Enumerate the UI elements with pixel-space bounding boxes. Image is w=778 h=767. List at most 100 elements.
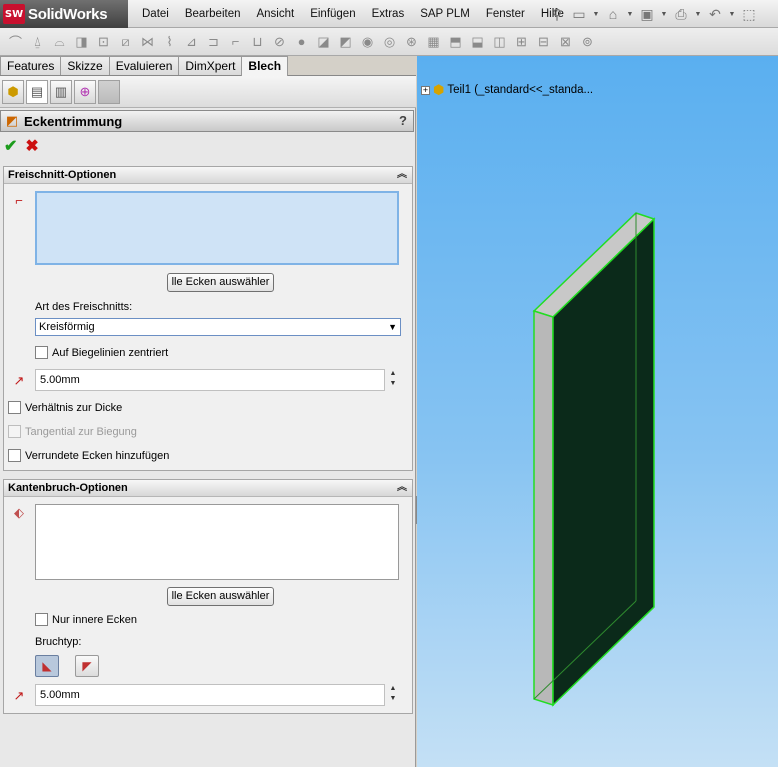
convert-to-sheet-metal-icon[interactable]: ⬒ [446,32,465,51]
fillet-break-button[interactable]: ◤ [75,655,99,677]
corner-selection-icon: ⌐ [15,192,23,208]
graphics-viewport[interactable]: + ⬢ Teil1 (_standard<<_standa... [417,56,778,767]
break-distance-input[interactable]: 5.00mm [35,684,385,706]
chevron-down-icon[interactable]: ▼ [626,5,634,23]
menu-ansicht[interactable]: Ansicht [248,8,302,20]
rip-icon[interactable]: ⊘ [270,32,289,51]
select-all-break-corners-button[interactable]: lle Ecken auswähler [167,587,274,606]
break-distance-spinner[interactable]: ▲ ▼ [388,684,398,706]
chevron-down-icon[interactable]: ▼ [728,5,736,23]
dimxpert-manager-tab-icon[interactable]: ⊕ [74,79,96,104]
tab-dimxpert[interactable]: DimXpert [178,56,243,75]
sketched-bend-icon[interactable]: ⧄ [116,32,135,51]
miter-flange-icon[interactable]: ⌓ [50,32,69,51]
center-on-bend-lines-checkbox[interactable]: Auf Biegelinien zentriert [35,346,168,359]
tab-slot-icon[interactable]: ⊟ [534,32,553,51]
jog-icon[interactable]: ⊡ [94,32,113,51]
property-manager-tab-icon[interactable]: ▤ [26,79,48,104]
sheet-metal-part-model[interactable] [417,56,778,767]
checkbox-box [8,425,21,438]
solidworks-badge: SW [3,4,25,24]
ok-checkmark-icon[interactable]: ✔ [4,136,17,156]
property-manager-title: Eckentrimmung [24,113,123,129]
center-on-bend-lines-label: Auf Biegelinien zentriert [52,346,169,359]
break-corners-selection-box[interactable] [35,504,399,580]
simple-hole-icon[interactable]: ◉ [358,32,377,51]
checkbox-box [35,613,48,626]
base-flange-icon[interactable]: ⌒ [6,32,25,51]
collapse-chevron-icon[interactable]: ︽ [397,167,407,183]
corner-trim-icon[interactable]: ◫ [490,32,509,51]
pin-icon[interactable]: ⚲ [548,5,566,23]
menu-bearbeiten[interactable]: Bearbeiten [177,8,249,20]
relief-options-header[interactable]: Freischnitt-Optionen ︽ [4,167,412,184]
help-icon[interactable]: ? [399,113,407,128]
break-corner-options-header[interactable]: Kantenbruch-Optionen ︽ [4,480,412,497]
menu-einfuegen[interactable]: Einfügen [302,8,363,20]
save-icon[interactable]: ▣ [638,5,656,23]
corners-selection-box[interactable] [35,191,399,265]
feature-manager-tab-icon[interactable]: ⬢ [2,79,24,104]
tab-skizze[interactable]: Skizze [60,56,110,75]
add-filleted-corners-label: Verrundete Ecken hinzufügen [25,449,170,462]
checkbox-box [35,346,48,359]
relief-options-group: Freischnitt-Optionen ︽ ⌐ lle Ecken auswä… [3,166,413,471]
relief-type-value: Kreisförmig [39,321,95,333]
menu-fenster[interactable]: Fenster [478,8,533,20]
open-folder-icon[interactable]: ⌂ [604,5,622,23]
fold-icon[interactable]: ⊐ [204,32,223,51]
relief-size-spinner[interactable]: ▲ ▼ [388,369,398,391]
chevron-down-icon[interactable]: ▼ [694,5,702,23]
menu-extras[interactable]: Extras [364,8,413,20]
relief-type-dropdown[interactable]: Kreisförmig ▼ [35,318,401,336]
chevron-down-icon: ▼ [388,322,397,332]
checkbox-box [8,401,21,414]
menu-sap-plm[interactable]: SAP PLM [412,8,478,20]
dimension-arrow-icon: ↗ [13,688,25,703]
chamfer-break-button[interactable]: ◣ [35,655,59,677]
no-bends-icon[interactable]: ⊔ [248,32,267,51]
relief-size-input[interactable]: 5.00mm [35,369,385,391]
cancel-x-icon[interactable]: ✖ [25,136,38,156]
undo-icon[interactable]: ↶ [706,5,724,23]
mirror-icon[interactable]: ⊚ [578,32,597,51]
new-document-icon[interactable]: ▭ [570,5,588,23]
collapse-chevron-icon[interactable]: ︽ [397,480,407,496]
break-corner-icon[interactable]: ◩ [336,32,355,51]
tab-evaluieren[interactable]: Evaluieren [108,56,180,75]
vent-icon[interactable]: ◎ [380,32,399,51]
relief-type-label: Art des Freischnitts: [35,301,133,313]
chevron-down-icon[interactable]: ▼ [660,5,668,23]
sheet-metal-toolbar: ⌒ ⍙ ⌓ ◨ ⊡ ⧄ ⋈ ⌇ ⊿ ⊐ ⌐ ⊔ ⊘ ● ◪ ◩ ◉ ◎ ⊛ ▦ … [0,28,778,56]
relief-options-title: Freischnitt-Optionen [8,169,117,181]
edge-flange-icon[interactable]: ⍙ [28,32,47,51]
lofted-bend-icon[interactable]: ⌇ [160,32,179,51]
hem-icon[interactable]: ◨ [72,32,91,51]
cross-break-icon[interactable]: ⋈ [138,32,157,51]
closed-corner-icon[interactable]: ● [292,32,311,51]
insert-bends-icon[interactable]: ⬓ [468,32,487,51]
tab-features[interactable]: Features [0,56,62,75]
select-all-corners-button[interactable]: lle Ecken auswähler [167,273,274,292]
forming-tool-icon[interactable]: ⊛ [402,32,421,51]
add-filleted-corners-checkbox[interactable]: Verrundete Ecken hinzufügen [8,449,169,462]
empty-manager-tab[interactable] [98,79,120,104]
extruded-cut-icon[interactable]: ▦ [424,32,443,51]
chamfer-break-icon: ◣ [42,659,52,673]
menu-datei[interactable]: Datei [134,8,177,20]
solidworks-logo[interactable]: SW SolidWorks [0,0,128,28]
rebuild-icon[interactable]: ⬚ [740,5,758,23]
configuration-manager-tab-icon[interactable]: ▥ [50,79,72,104]
chevron-down-icon[interactable]: ▼ [592,5,600,23]
ratio-to-thickness-checkbox[interactable]: Verhältnis zur Dicke [8,401,122,414]
tab-blech[interactable]: Blech [241,56,289,76]
welded-corner-icon[interactable]: ◪ [314,32,333,51]
flatten-icon[interactable]: ⌐ [226,32,245,51]
ok-cancel-bar: ✔ ✖ [4,136,39,156]
inner-corners-only-checkbox[interactable]: Nur innere Ecken [35,613,137,626]
main-menu: Datei Bearbeiten Ansicht Einfügen Extras… [134,0,572,28]
unfold-icon[interactable]: ⊿ [182,32,201,51]
gusset-icon[interactable]: ⊞ [512,32,531,51]
print-icon[interactable]: ⎙ [672,5,690,23]
normal-cut-icon[interactable]: ⊠ [556,32,575,51]
